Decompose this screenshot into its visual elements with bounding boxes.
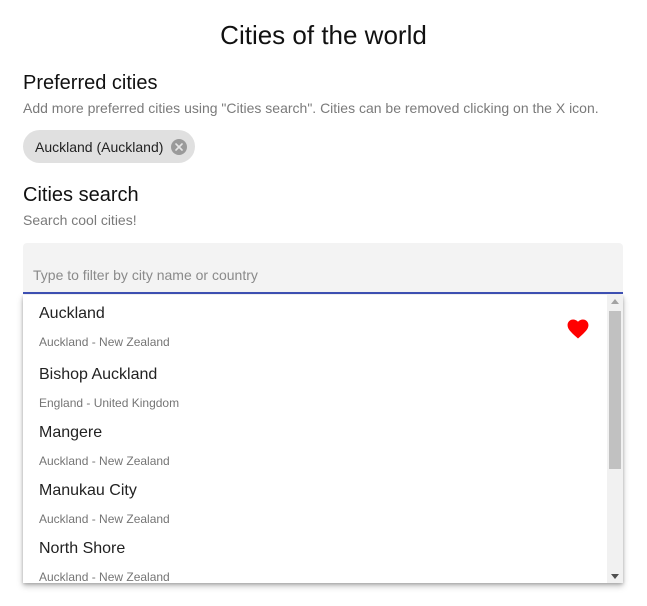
city-region: Auckland - New Zealand bbox=[39, 454, 170, 468]
search-results-dropdown: Auckland Auckland - New Zealand Bishop A… bbox=[23, 295, 623, 583]
city-name: North Shore bbox=[39, 540, 126, 557]
city-name: Auckland bbox=[39, 305, 105, 322]
list-item[interactable]: Manukau City Auckland - New Zealand bbox=[23, 474, 607, 532]
city-region: Auckland - New Zealand bbox=[39, 570, 170, 583]
results-scrollbar[interactable] bbox=[607, 295, 623, 583]
city-name: Manukau City bbox=[39, 482, 137, 499]
page: Cities of the world Preferred cities Add… bbox=[0, 0, 647, 606]
app-title: Cities of the world bbox=[220, 20, 427, 50]
list-item[interactable]: North Shore Auckland - New Zealand bbox=[23, 532, 607, 583]
heart-icon[interactable] bbox=[567, 319, 589, 339]
cities-search-description: Search cool cities! bbox=[23, 212, 137, 228]
scroll-down-arrow-icon[interactable] bbox=[611, 574, 619, 579]
results-list: Auckland Auckland - New Zealand Bishop A… bbox=[23, 295, 607, 583]
city-region: England - United Kingdom bbox=[39, 396, 180, 410]
search-field[interactable] bbox=[23, 243, 623, 294]
list-item[interactable]: Auckland Auckland - New Zealand bbox=[23, 297, 607, 355]
city-region: Auckland - New Zealand bbox=[39, 335, 170, 349]
close-circle-icon[interactable] bbox=[171, 138, 188, 155]
city-region: Auckland - New Zealand bbox=[39, 512, 170, 526]
search-input[interactable] bbox=[33, 263, 603, 287]
cities-search-heading: Cities search bbox=[23, 184, 139, 206]
preferred-city-chip[interactable]: Auckland (Auckland) bbox=[23, 130, 196, 163]
list-item[interactable]: Mangere Auckland - New Zealand bbox=[23, 416, 607, 474]
list-item[interactable]: Bishop Auckland England - United Kingdom bbox=[23, 358, 607, 416]
chip-label: Auckland (Auckland) bbox=[35, 138, 164, 155]
preferred-cities-description: Add more preferred cities using "Cities … bbox=[23, 100, 599, 116]
city-name: Bishop Auckland bbox=[39, 366, 158, 383]
city-name: Mangere bbox=[39, 424, 103, 441]
scroll-up-arrow-icon[interactable] bbox=[611, 299, 619, 304]
preferred-cities-heading: Preferred cities bbox=[23, 72, 158, 94]
scrollbar-thumb[interactable] bbox=[609, 311, 621, 469]
